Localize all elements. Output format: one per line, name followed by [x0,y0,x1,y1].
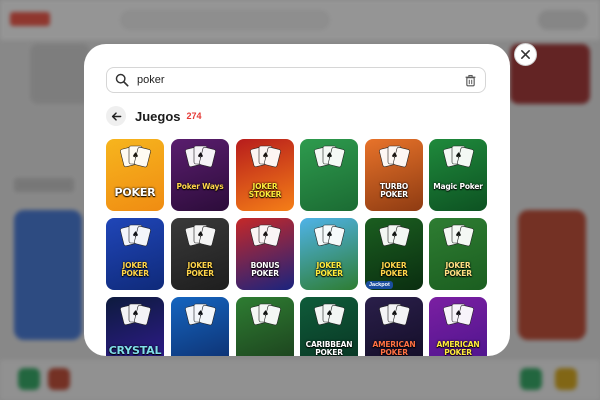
game-title: JOKER POKER [444,261,472,278]
game-thumbnail: ♠ [236,218,294,290]
game-title: JOKER POKER [315,261,343,278]
game-title: AMERICAN POKER [436,340,480,356]
game-tile[interactable]: ♠ JOKER POKER [429,218,487,290]
game-tile[interactable]: ♠ Poker Ways [171,139,229,211]
svg-text:♠: ♠ [326,309,333,318]
svg-text:♠: ♠ [326,230,333,239]
game-title: TURBO POKER [379,182,409,199]
game-thumbnail: ♠ [171,139,229,211]
game-tile[interactable]: ♠ JOKER POKER [171,218,229,290]
arrow-left-icon [111,111,121,121]
game-title: JOKER STOKER [248,182,282,199]
game-title: JOKER POKER [186,261,214,278]
svg-text:♠: ♠ [132,151,139,160]
game-tile[interactable]: ♠ JOKER POKER [300,218,358,290]
game-title: CARIBBEAN POKER [305,340,353,356]
search-icon [115,73,129,87]
game-title: POKER [114,186,156,199]
svg-text:♠: ♠ [455,309,462,318]
search-bar [106,67,486,93]
game-tile[interactable]: ♠ CRYSTAL [106,297,164,356]
svg-text:♠: ♠ [197,309,204,318]
game-title: BONUS POKER [250,261,280,278]
game-title: CRYSTAL [108,344,162,356]
game-thumbnail: ♠ [429,139,487,211]
svg-text:♠: ♠ [326,151,333,160]
results-heading: Juegos 274 [106,106,202,126]
game-title: JOKER POKER [121,261,149,278]
game-tile[interactable]: ♠ BONUS POKER [236,218,294,290]
close-button[interactable] [514,43,537,66]
game-thumbnail: ♠ [106,139,164,211]
game-thumbnail: ♠ [171,297,229,356]
svg-text:♠: ♠ [455,151,462,160]
game-tile[interactable]: ♠ AMERICAN POKER [365,297,423,356]
svg-text:♠: ♠ [262,151,269,160]
game-title: Magic Poker [433,182,483,191]
game-thumbnail: ♠ [365,139,423,211]
game-tile[interactable]: ♠ JOKER POKER [106,218,164,290]
game-thumbnail: ♠ [300,139,358,211]
svg-text:♠: ♠ [262,230,269,239]
svg-text:♠: ♠ [455,230,462,239]
game-title: AMERICAN POKER [372,340,416,356]
jackpot-badge: Jackpot [366,281,393,289]
game-tile[interactable]: ♠ Magic Poker [429,139,487,211]
svg-text:♠: ♠ [391,309,398,318]
svg-text:♠: ♠ [391,151,398,160]
search-modal: Juegos 274 ♠ POKER ♠ Poker Ways ♠ JOKER STOKE… [84,44,510,356]
game-thumbnail: ♠ [300,218,358,290]
game-tile[interactable]: ♠ [300,139,358,211]
search-input[interactable] [137,74,464,86]
results-count: 274 [186,111,202,121]
game-tile[interactable]: ♠ POKER [106,139,164,211]
svg-text:♠: ♠ [132,230,139,239]
game-thumbnail: ♠ [365,218,423,290]
game-tile[interactable]: ♠ TURBO POKER [365,139,423,211]
svg-text:♠: ♠ [197,151,204,160]
svg-text:♠: ♠ [132,309,139,318]
game-tile[interactable]: ♠ CARIBBEAN POKER [300,297,358,356]
svg-text:♠: ♠ [197,230,204,239]
back-button[interactable] [106,106,126,126]
game-tile[interactable]: ♠ [171,297,229,356]
game-thumbnail: ♠ [236,139,294,211]
game-tile[interactable]: ♠ [236,297,294,356]
game-thumbnail: ♠ [106,218,164,290]
game-thumbnail: ♠ [236,297,294,356]
game-tile[interactable]: ♠ JOKER POKER Jackpot [365,218,423,290]
game-title: Poker Ways [176,182,224,191]
results-title: Juegos [135,108,181,124]
game-title: JOKER POKER [380,261,408,278]
trash-icon[interactable] [464,74,477,87]
svg-text:♠: ♠ [391,230,398,239]
close-icon [521,50,530,59]
game-tile[interactable]: ♠ JOKER STOKER [236,139,294,211]
game-tile[interactable]: ♠ AMERICAN POKER [429,297,487,356]
game-thumbnail: ♠ [429,218,487,290]
svg-text:♠: ♠ [262,309,269,318]
game-thumbnail: ♠ [171,218,229,290]
